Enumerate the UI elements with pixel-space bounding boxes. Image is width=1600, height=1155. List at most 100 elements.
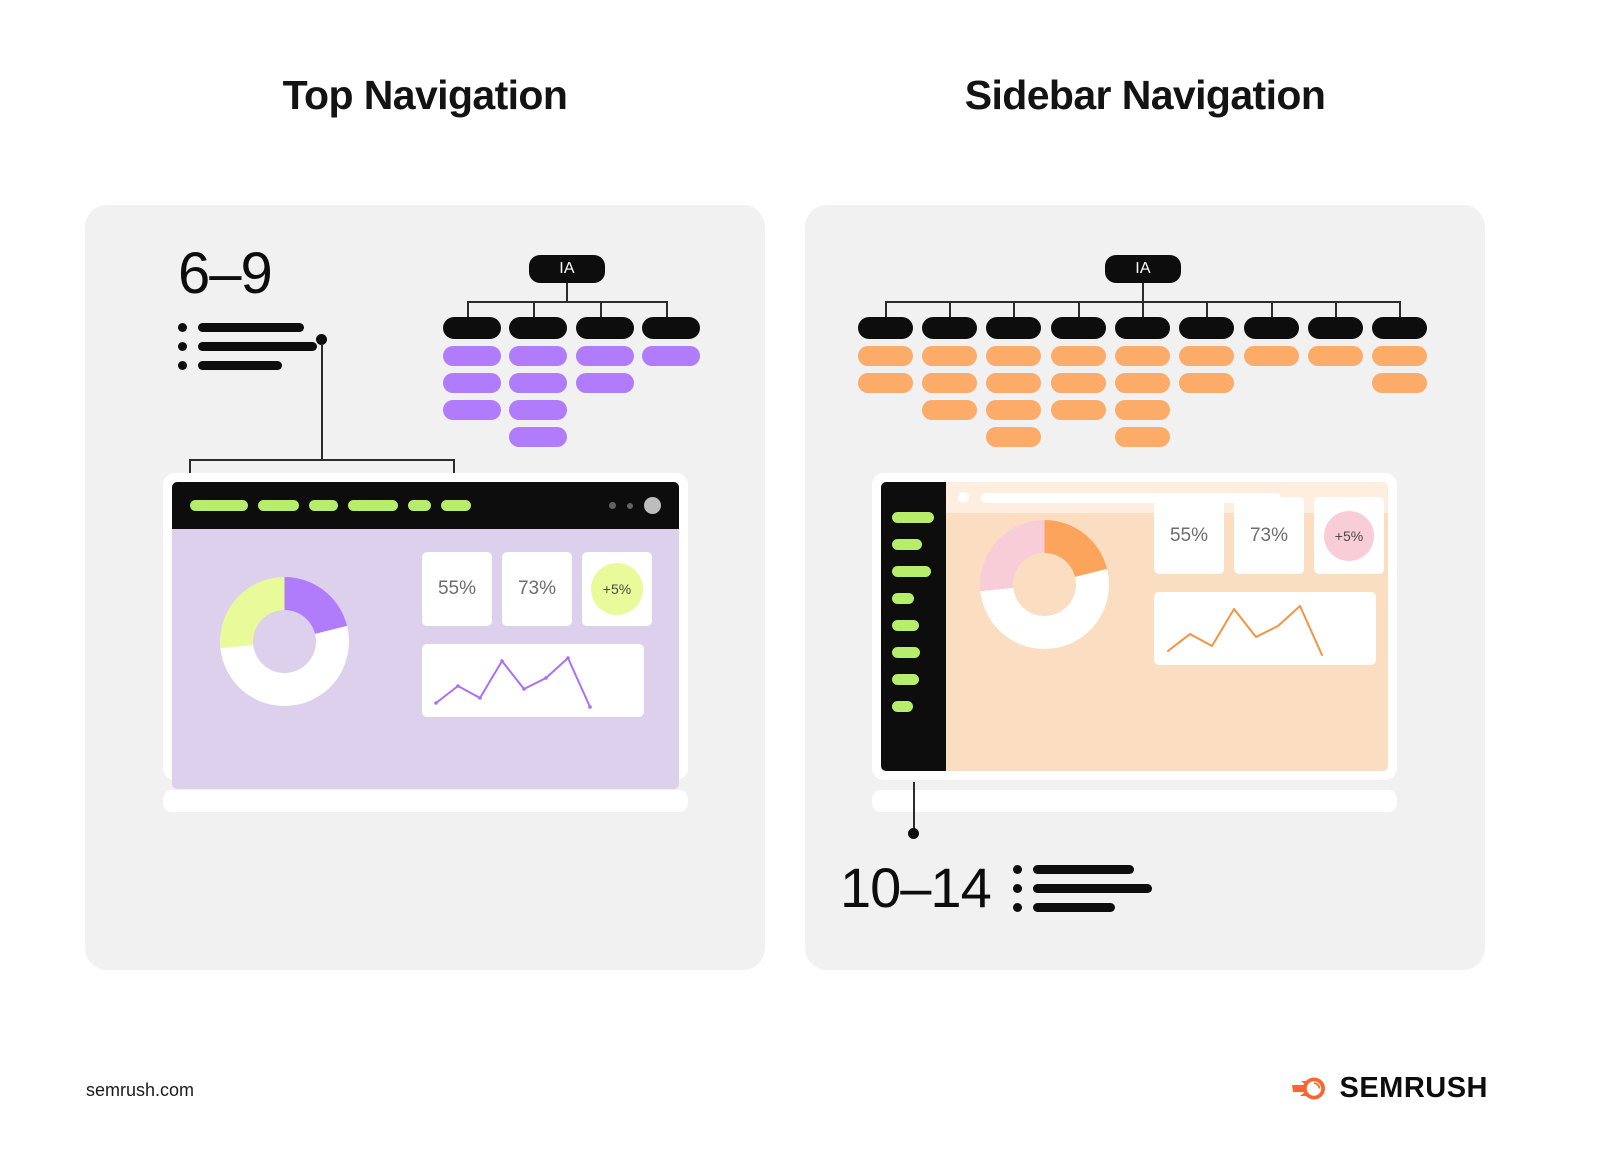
sidebar-nav-item-count: 10–14 [840, 856, 992, 919]
bullet-line [178, 342, 317, 351]
tree-child-node [1115, 346, 1170, 366]
tree-child-node [443, 373, 501, 393]
bullet-line [1012, 902, 1152, 912]
ia-tree-top-navigation: IA [443, 255, 700, 447]
bullet-bar [1032, 902, 1115, 912]
tree-column [858, 317, 913, 393]
bullet-bar [198, 323, 304, 332]
kpi-card-badge-wrapper: +5% [1314, 497, 1384, 574]
tree-child-node [1115, 427, 1170, 447]
tree-child-node [986, 400, 1041, 420]
tree-child-node [576, 346, 634, 366]
tree-child-node [922, 400, 977, 420]
donut-chart [980, 520, 1109, 649]
bullet-dot-icon [1012, 902, 1022, 912]
leader-line-horizontal [189, 459, 455, 461]
tree-child-node [509, 373, 567, 393]
tree-child-node [1051, 373, 1106, 393]
top-nav-count-bullet-lines [178, 323, 317, 370]
window-dot-icon[interactable] [609, 502, 616, 509]
tree-child-node [509, 427, 567, 447]
line-chart-card [1154, 592, 1376, 665]
tree-section-node [1115, 317, 1170, 339]
tree-child-node [986, 427, 1041, 447]
tree-child-node [1115, 400, 1170, 420]
tree-column [509, 317, 567, 447]
nav-item[interactable] [190, 500, 248, 511]
bullet-line [1012, 883, 1152, 893]
sidebar-nav-item[interactable] [892, 593, 914, 604]
tree-section-node [1244, 317, 1299, 339]
tree-child-node [1115, 373, 1170, 393]
page-title-top-navigation: Top Navigation [282, 72, 568, 118]
footer-url: semrush.com [86, 1080, 195, 1100]
sidebar-browser-body: 55% 73% +5% [881, 482, 1388, 771]
nav-item[interactable] [348, 500, 398, 511]
tree-child-node [858, 373, 913, 393]
kpi-card: 73% [502, 552, 572, 626]
sidebar-nav-count-bullet-lines [1012, 864, 1152, 912]
avatar-icon[interactable] [644, 497, 661, 514]
nav-item[interactable] [309, 500, 338, 511]
tree-section-node [1308, 317, 1363, 339]
bullet-dot-icon [178, 342, 187, 351]
leader-line-vertical [321, 344, 323, 460]
leader-line-vertical [913, 782, 915, 830]
bullet-line [178, 361, 317, 370]
ia-root-node: IA [1105, 255, 1181, 283]
bullet-bar [1032, 864, 1134, 874]
kpi-card: 73% [1234, 497, 1304, 574]
tree-child-node [922, 346, 977, 366]
tree-child-node [1051, 400, 1106, 420]
tree-child-node [1179, 373, 1234, 393]
tree-section-node [1179, 317, 1234, 339]
kpi-card-row: 55% 73% +5% [1154, 497, 1384, 574]
bullet-line [1012, 864, 1152, 874]
window-dot-icon[interactable] [627, 502, 633, 509]
ia-tree-sidebar-navigation: IA [858, 255, 1428, 447]
line-chart-svg [434, 656, 592, 709]
kpi-card-badge-wrapper: +5% [582, 552, 652, 626]
semrush-logo-icon [1292, 1077, 1326, 1100]
tree-child-node [1372, 373, 1427, 393]
sidebar-nav-item[interactable] [892, 674, 919, 685]
tree-bus-line [467, 301, 667, 303]
bullet-bar [198, 361, 282, 370]
nav-item[interactable] [258, 500, 299, 511]
semrush-brand: SEMRUSH [1291, 1072, 1488, 1105]
kpi-delta-badge: +5% [591, 563, 643, 615]
tree-child-node [509, 346, 567, 366]
sidebar-nav-item[interactable] [892, 647, 920, 658]
dashboard-content-purple: 55% 73% +5% [172, 529, 679, 789]
sidebar-nav-item[interactable] [892, 566, 931, 577]
bullet-line [178, 323, 317, 332]
kpi-delta-badge: +5% [1324, 510, 1374, 561]
sidebar-nav-item[interactable] [892, 701, 913, 712]
nav-item[interactable] [441, 500, 471, 511]
tree-section-node [509, 317, 567, 339]
sidebar-navigation-rail [881, 482, 946, 771]
tree-section-node [858, 317, 913, 339]
tree-section-node [443, 317, 501, 339]
sidebar-nav-item[interactable] [892, 512, 934, 523]
tree-child-node [858, 346, 913, 366]
tree-column [443, 317, 501, 420]
ia-root-node: IA [529, 255, 605, 283]
tree-column [986, 317, 1041, 447]
tree-column [1308, 317, 1363, 366]
tree-column [1051, 317, 1106, 420]
tree-section-node [1372, 317, 1427, 339]
url-dot-icon [958, 492, 969, 503]
tree-child-node [986, 373, 1041, 393]
tree-column [922, 317, 977, 420]
tree-child-node [509, 400, 567, 420]
tree-section-node [576, 317, 634, 339]
sidebar-nav-item[interactable] [892, 539, 922, 550]
bullet-dot-icon [1012, 864, 1022, 874]
tree-child-node [1051, 346, 1106, 366]
nav-item[interactable] [408, 500, 431, 511]
sidebar-nav-item[interactable] [892, 620, 919, 631]
tree-child-node [1308, 346, 1363, 366]
browser-mockup-top-navigation: 55% 73% +5% [163, 473, 688, 789]
bullet-bar [1032, 883, 1152, 893]
